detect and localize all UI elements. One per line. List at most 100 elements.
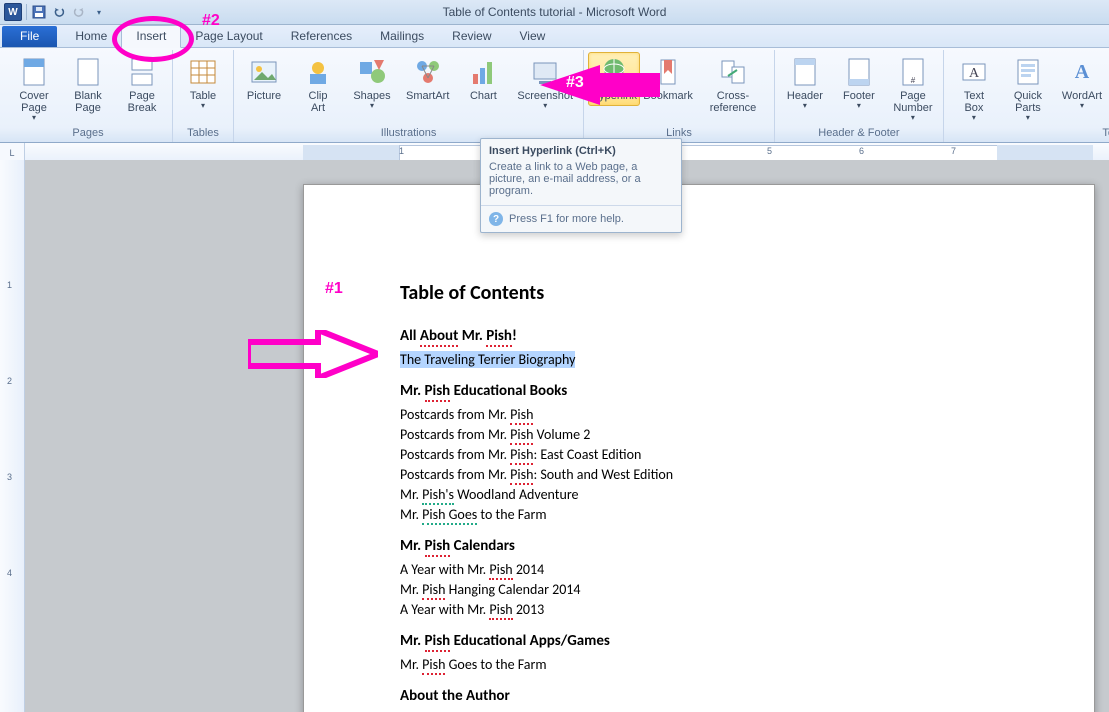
tooltip-footer: ? Press F1 for more help. — [481, 205, 681, 232]
footer-button[interactable]: Footer▾ — [833, 52, 885, 114]
list-item: Postcards from Mr. Pish: East Coast Edit… — [400, 446, 998, 463]
cover-page-icon — [18, 56, 50, 88]
screenshot-icon — [529, 56, 561, 88]
quick-parts-button[interactable]: QuickParts▾ — [1002, 52, 1054, 126]
group-label: Tables — [177, 126, 229, 142]
cross-reference-label: Cross-reference — [702, 90, 764, 114]
undo-icon[interactable] — [51, 4, 67, 20]
table-icon — [187, 56, 219, 88]
list-item: Mr. Pish's Woodland Adventure — [400, 486, 998, 503]
vertical-ruler[interactable]: 1234 — [0, 160, 25, 712]
text-box-icon: A — [958, 56, 990, 88]
section-heading: Mr. Pish Educational Books — [400, 382, 998, 400]
hyperlink-button[interactable]: Hyperlink — [588, 52, 640, 106]
tab-mailings[interactable]: Mailings — [366, 26, 438, 47]
bookmark-icon — [652, 56, 684, 88]
ruler-num: 1 — [399, 146, 404, 156]
chevron-down-icon: ▾ — [1080, 101, 1084, 110]
tab-references[interactable]: References — [277, 26, 366, 47]
cross-reference-button[interactable]: Cross-reference — [696, 52, 770, 118]
wordart-button[interactable]: AWordArt▾ — [1056, 52, 1108, 114]
smartart-button[interactable]: SmartArt — [400, 52, 455, 106]
clip-art-label: ClipArt — [309, 90, 328, 114]
list-item: Postcards from Mr. Pish Volume 2 — [400, 426, 998, 443]
page-number-button[interactable]: #PageNumber▾ — [887, 52, 939, 126]
smartart-icon — [412, 56, 444, 88]
picture-button[interactable]: Picture — [238, 52, 290, 106]
hyperlink-icon — [598, 56, 630, 88]
ruler-num: 2 — [7, 376, 12, 386]
svg-text:A: A — [969, 66, 980, 81]
page: Table of ContentsAll About Mr. Pish!The … — [303, 184, 1095, 712]
chart-label: Chart — [470, 90, 497, 102]
tab-insert[interactable]: Insert — [121, 25, 181, 48]
chevron-down-icon: ▾ — [1026, 113, 1030, 122]
tab-home[interactable]: Home — [61, 26, 121, 47]
clip-art-button[interactable]: ClipArt — [292, 52, 344, 118]
text-box-button[interactable]: ATextBox▾ — [948, 52, 1000, 126]
ruler-num: 7 — [951, 146, 956, 156]
hyperlink-tooltip: Insert Hyperlink (Ctrl+K) Create a link … — [480, 138, 682, 233]
cover-page-button[interactable]: CoverPage▾ — [8, 52, 60, 126]
cross-reference-icon — [717, 56, 749, 88]
qat-customize-icon[interactable]: ▾ — [91, 4, 107, 20]
chevron-down-icon: ▾ — [370, 101, 374, 110]
save-icon[interactable] — [31, 4, 47, 20]
tooltip-footer-text: Press F1 for more help. — [509, 213, 624, 225]
table-button[interactable]: Table▾ — [177, 52, 229, 114]
page-break-button[interactable]: PageBreak — [116, 52, 168, 118]
page-break-icon — [126, 56, 158, 88]
quick-parts-label: QuickParts — [1014, 90, 1042, 114]
chevron-down-icon: ▾ — [32, 113, 36, 122]
ribbon-tabs: File Home Insert Page Layout References … — [0, 25, 1109, 48]
ruler-num: 3 — [7, 472, 12, 482]
footer-icon — [843, 56, 875, 88]
group-links: HyperlinkBookmarkCross-referenceLinks — [584, 50, 775, 142]
header-button[interactable]: Header▾ — [779, 52, 831, 114]
tab-file[interactable]: File — [2, 26, 57, 47]
list-item: Mr. Pish Goes to the Farm — [400, 506, 998, 523]
group-label: Header & Footer — [779, 126, 939, 142]
svg-text:#: # — [911, 76, 916, 85]
tab-view[interactable]: View — [506, 26, 560, 47]
bookmark-button[interactable]: Bookmark — [642, 52, 694, 106]
group-tables: Table▾ Tables — [173, 50, 234, 142]
header-icon — [789, 56, 821, 88]
smartart-label: SmartArt — [406, 90, 449, 102]
chevron-down-icon: ▾ — [543, 101, 547, 110]
ruler-num: 5 — [767, 146, 772, 156]
hyperlink-label: Hyperlink — [591, 90, 637, 102]
separator — [26, 4, 27, 20]
picture-label: Picture — [247, 90, 281, 102]
tooltip-title: Insert Hyperlink (Ctrl+K) — [481, 139, 681, 159]
chevron-down-icon: ▾ — [972, 113, 976, 122]
chart-icon — [467, 56, 499, 88]
redo-icon[interactable] — [71, 4, 87, 20]
section-heading: All About Mr. Pish! — [400, 327, 998, 345]
quick-parts-icon — [1012, 56, 1044, 88]
document-content[interactable]: Table of ContentsAll About Mr. Pish!The … — [304, 185, 1094, 705]
tab-page-layout[interactable]: Page Layout — [181, 26, 276, 47]
document-canvas[interactable]: Table of ContentsAll About Mr. Pish!The … — [25, 160, 1109, 712]
chart-button[interactable]: Chart — [457, 52, 509, 106]
app-window: W ▾ Table of Contents tutorial - Microso… — [0, 0, 1109, 712]
blank-page-label: BlankPage — [74, 90, 102, 114]
list-item: Postcards from Mr. Pish: South and West … — [400, 466, 998, 483]
list-item: A Year with Mr. Pish 2013 — [400, 601, 998, 618]
ruler-num: 6 — [859, 146, 864, 156]
blank-page-button[interactable]: BlankPage — [62, 52, 114, 118]
list-item: Mr. Pish Hanging Calendar 2014 — [400, 581, 998, 598]
group-label: Pages — [8, 126, 168, 142]
picture-icon — [248, 56, 280, 88]
screenshot-button[interactable]: Screenshot▾ — [511, 52, 579, 114]
blank-page-icon — [72, 56, 104, 88]
page-number-icon: # — [897, 56, 929, 88]
group-pages: CoverPage▾ BlankPage PageBreak Pages — [4, 50, 173, 142]
shapes-button[interactable]: Shapes▾ — [346, 52, 398, 114]
clip-art-icon — [302, 56, 334, 88]
word-icon: W — [4, 3, 22, 21]
chevron-down-icon: ▾ — [201, 101, 205, 110]
tab-review[interactable]: Review — [438, 26, 505, 47]
ruler-num: 4 — [7, 568, 12, 578]
help-icon: ? — [489, 212, 503, 226]
